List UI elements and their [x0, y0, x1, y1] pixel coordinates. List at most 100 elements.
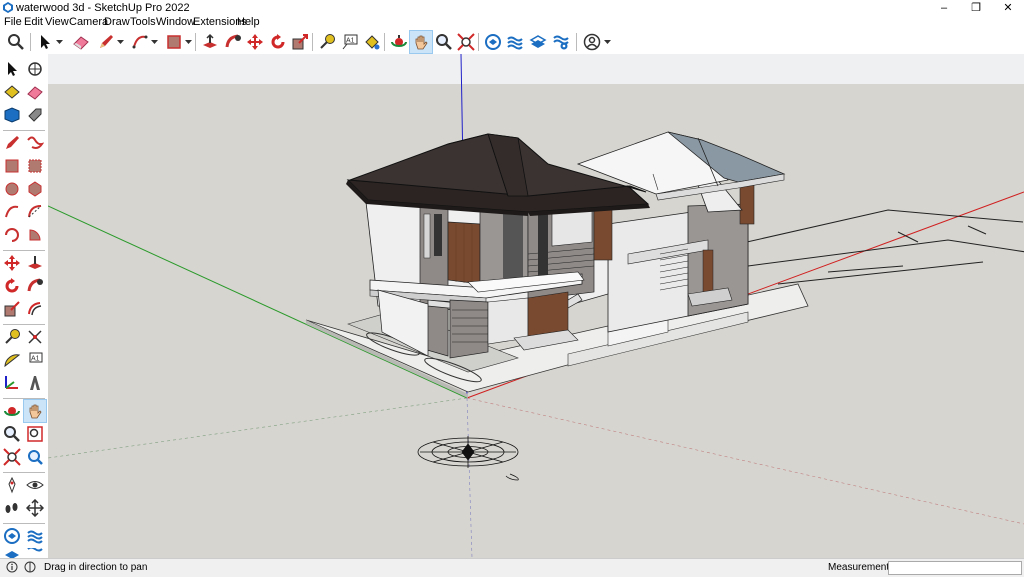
geo-location-icon[interactable]: [24, 561, 36, 573]
component-cube-tool[interactable]: [1, 104, 23, 126]
rectangle-tool[interactable]: [1, 155, 23, 177]
3d-warehouse-icon: [485, 34, 501, 50]
polygon-tool[interactable]: [24, 178, 46, 200]
extension-warehouse-button[interactable]: [504, 31, 526, 53]
close-button[interactable]: ✕: [992, 0, 1024, 16]
line-tool[interactable]: [1, 132, 23, 154]
position-camera-tool[interactable]: [1, 474, 23, 496]
3d-warehouse-tool[interactable]: [1, 525, 23, 547]
circle-tool[interactable]: [1, 178, 23, 200]
look-around-tool[interactable]: [24, 474, 46, 496]
chevron-down-icon[interactable]: [151, 38, 158, 45]
svg-text:A1: A1: [346, 38, 355, 45]
follow-me-tool-button[interactable]: [222, 31, 244, 53]
paint-bucket-tool-button[interactable]: [361, 31, 383, 53]
menu-draw[interactable]: Draw: [104, 16, 130, 29]
offset-tool[interactable]: [24, 298, 46, 320]
zoom-extents-icon: [3, 448, 21, 466]
lasso-orbit-tool[interactable]: [24, 58, 46, 80]
arc-tool-button[interactable]: [129, 31, 151, 53]
zoom-window-tool[interactable]: [24, 423, 46, 445]
zoom-tool-button[interactable]: [433, 31, 455, 53]
chevron-down-icon[interactable]: [185, 38, 192, 45]
extension-manager-tool[interactable]: [24, 548, 46, 558]
layout-button[interactable]: [527, 31, 549, 53]
three-point-arc-tool[interactable]: [1, 224, 23, 246]
move-tool[interactable]: [1, 252, 23, 274]
push-pull-tool-button[interactable]: [199, 31, 221, 53]
previous-view-tool[interactable]: [24, 446, 46, 468]
info-icon[interactable]: [6, 561, 18, 573]
freehand-tool[interactable]: [24, 132, 46, 154]
tape-measure-tool[interactable]: [1, 326, 23, 348]
walk-tool[interactable]: [1, 497, 23, 519]
move-tool-button[interactable]: [244, 31, 266, 53]
restore-button[interactable]: ❐: [960, 0, 992, 16]
orbit-tool-button[interactable]: [388, 31, 410, 53]
menu-view[interactable]: View: [45, 16, 69, 29]
zoom-extents-button[interactable]: [455, 31, 477, 53]
model-viewport[interactable]: [48, 54, 1024, 558]
scale-tool[interactable]: [1, 298, 23, 320]
orbit-tool[interactable]: [1, 400, 23, 422]
two-point-arc-tool[interactable]: [24, 201, 46, 223]
pencil-icon: [100, 35, 113, 48]
zoom-extents-tool[interactable]: [1, 446, 23, 468]
dimension-icon: [28, 330, 42, 344]
rotated-rectangle-tool[interactable]: [24, 155, 46, 177]
extension-manager-button[interactable]: [550, 31, 572, 53]
zoom-icon: [4, 426, 20, 442]
cube-icon: [4, 107, 20, 123]
text-tool-button[interactable]: A1: [339, 31, 361, 53]
menu-camera[interactable]: Camera: [69, 16, 108, 29]
dimension-tool[interactable]: [24, 326, 46, 348]
3d-warehouse-button[interactable]: [482, 31, 504, 53]
tape-measure-tool-button[interactable]: [316, 31, 338, 53]
pie-tool[interactable]: [24, 224, 46, 246]
pan-tool-button[interactable]: [409, 30, 433, 54]
section-plane-tool[interactable]: [24, 497, 46, 519]
3d-text-tool[interactable]: [24, 372, 46, 394]
user-account-button[interactable]: [581, 31, 603, 53]
make-component-tool[interactable]: [1, 81, 23, 103]
search-zoom-button[interactable]: [5, 31, 27, 53]
select-tool[interactable]: [1, 58, 23, 80]
chevron-down-icon[interactable]: [56, 38, 63, 45]
extension-manager-icon: [27, 548, 43, 552]
follow-me-tool[interactable]: [24, 275, 46, 297]
layout-tool[interactable]: [1, 548, 23, 558]
push-pull-tool[interactable]: [24, 252, 46, 274]
rotate-tool[interactable]: [1, 275, 23, 297]
pencil-tool-button[interactable]: [95, 31, 117, 53]
menu-file[interactable]: File: [4, 16, 22, 29]
eraser-tool-button[interactable]: [70, 31, 92, 53]
arc-tool[interactable]: [1, 201, 23, 223]
scene-canvas[interactable]: [48, 54, 1024, 558]
menu-window[interactable]: Window: [156, 16, 195, 29]
zoom-tool[interactable]: [1, 423, 23, 445]
pan-tool[interactable]: [23, 399, 47, 423]
measurements-input[interactable]: [888, 561, 1022, 575]
protractor-tool[interactable]: [1, 349, 23, 371]
select-arrow-icon: [41, 35, 50, 49]
text-tool[interactable]: A1: [24, 349, 46, 371]
extension-warehouse-tool[interactable]: [24, 525, 46, 547]
rectangle-tool-button[interactable]: [163, 31, 185, 53]
menu-edit[interactable]: Edit: [24, 16, 43, 29]
layout-icon: [529, 35, 547, 48]
orbit-icon: [391, 35, 407, 47]
menu-help[interactable]: Help: [237, 16, 260, 29]
toolbar-separator: [384, 33, 385, 51]
minimize-button[interactable]: –: [928, 0, 960, 16]
chevron-down-icon[interactable]: [604, 38, 611, 45]
scale-tool-button[interactable]: [289, 31, 311, 53]
chevron-down-icon[interactable]: [117, 38, 124, 45]
menu-tools[interactable]: Tools: [130, 16, 156, 29]
select-tool-button[interactable]: [34, 31, 56, 53]
axes-tool[interactable]: [1, 372, 23, 394]
eraser-tool[interactable]: [24, 81, 46, 103]
rotate-tool-button[interactable]: [267, 31, 289, 53]
zoom-extents-icon: [457, 33, 475, 51]
tag-tool[interactable]: [24, 104, 46, 126]
toolbar-separator: [3, 523, 45, 524]
